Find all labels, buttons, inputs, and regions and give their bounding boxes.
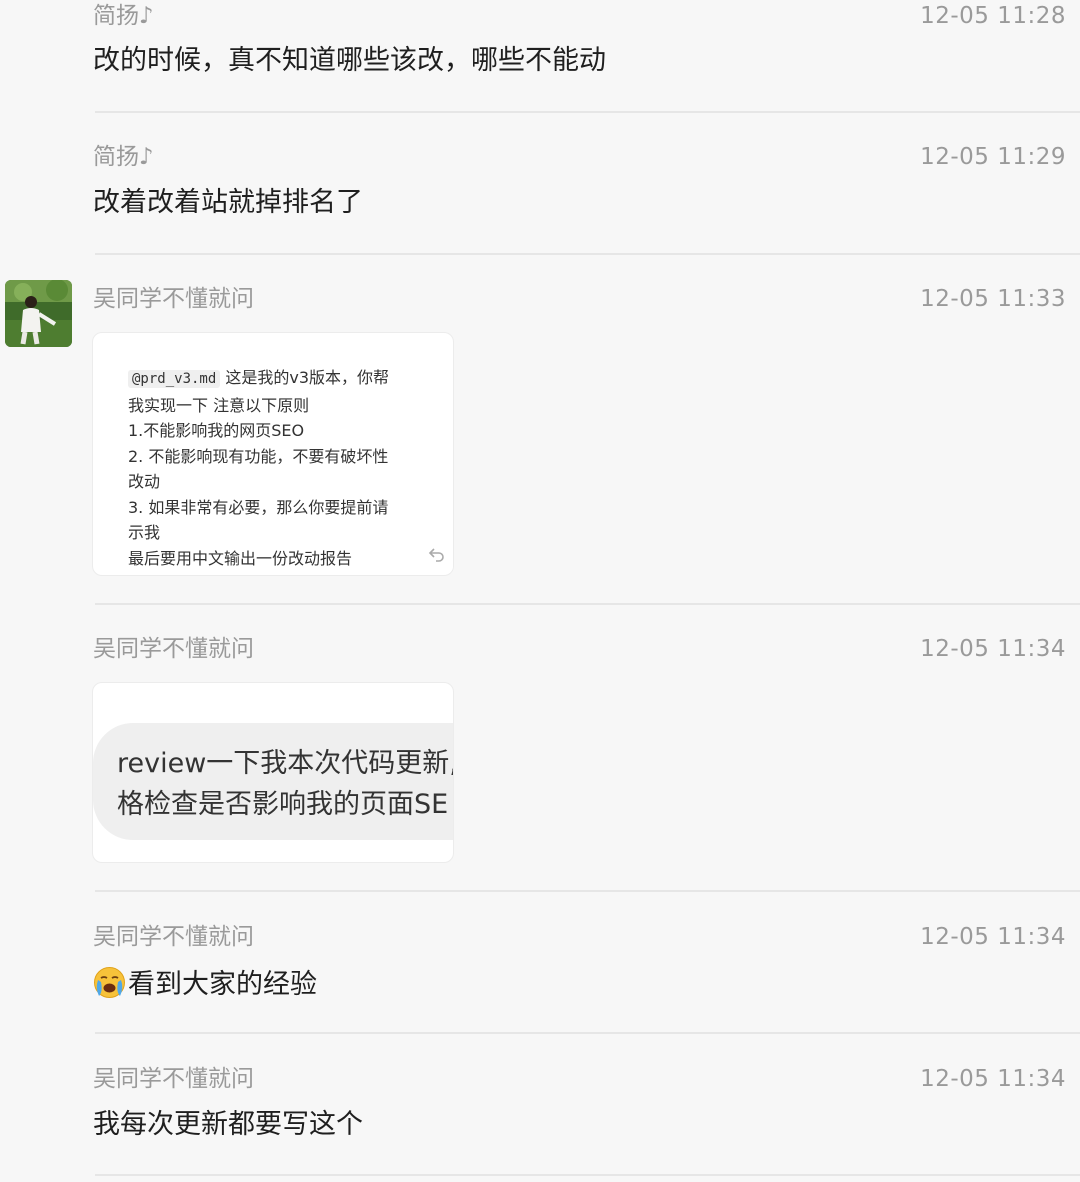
crying-face-emoji: [94, 967, 125, 998]
bubble-text: review一下我本次代码更新, 格检查是否影响我的页面SE: [117, 748, 454, 820]
avatar[interactable]: [5, 280, 72, 347]
message-time: 12-05 11:34: [920, 924, 1066, 950]
sender-name[interactable]: 吴同学不懂就问: [93, 923, 254, 951]
sender-name[interactable]: 吴同学不懂就问: [93, 285, 254, 313]
quoted-text: @prd_v3.md 这是我的v3版本，你帮 我实现一下 注意以下原则 1.不能…: [128, 365, 428, 571]
image-message[interactable]: review一下我本次代码更新, 格检查是否影响我的页面SE: [92, 682, 454, 863]
quoted-line: 3. 如果非常有必要，那么你要提前请: [128, 497, 389, 517]
cropped-chat-bubble: review一下我本次代码更新, 格检查是否影响我的页面SE: [93, 723, 454, 840]
message-text[interactable]: 改着改着站就掉排名了: [93, 186, 363, 220]
image-message[interactable]: @prd_v3.md 这是我的v3版本，你帮 我实现一下 注意以下原则 1.不能…: [92, 332, 454, 576]
quoted-line: 改动: [128, 472, 161, 491]
sender-name[interactable]: 简扬♪: [93, 2, 154, 30]
message-divider: [95, 603, 1080, 605]
sender-name[interactable]: 简扬♪: [93, 143, 154, 171]
message-time: 12-05 11:33: [920, 286, 1066, 312]
message-divider: [95, 1174, 1080, 1176]
sender-name[interactable]: 吴同学不懂就问: [93, 635, 254, 663]
message-text[interactable]: 改的时候，真不知道哪些该改，哪些不能动: [93, 44, 606, 78]
quoted-line: 2. 不能影响现有功能，不要有破坏性: [128, 446, 389, 466]
quoted-line: 最后要用中文输出一份改动报告: [128, 548, 353, 568]
sender-name[interactable]: 吴同学不懂就问: [93, 1065, 254, 1093]
message-time: 12-05 11:28: [920, 3, 1066, 29]
message-time: 12-05 11:29: [920, 144, 1066, 170]
message-divider: [95, 253, 1080, 255]
quoted-line: 1.不能影响我的网页SEO: [128, 421, 305, 440]
message-time: 12-05 11:34: [920, 1066, 1066, 1092]
message-divider: [95, 890, 1080, 892]
quoted-prompt-screenshot: @prd_v3.md 这是我的v3版本，你帮 我实现一下 注意以下原则 1.不能…: [118, 353, 453, 573]
message-time: 12-05 11:34: [920, 636, 1066, 662]
quoted-line: 我实现一下 注意以下原则: [128, 395, 310, 415]
message-text[interactable]: 我每次更新都要写这个: [93, 1108, 363, 1142]
undo-icon: [428, 548, 444, 562]
message-text[interactable]: 看到大家的经验: [93, 966, 317, 1002]
file-mention-tag: @prd_v3.md: [128, 370, 221, 388]
quoted-line: 示我: [128, 523, 161, 542]
message-divider: [95, 1032, 1080, 1034]
message-divider: [95, 111, 1080, 113]
